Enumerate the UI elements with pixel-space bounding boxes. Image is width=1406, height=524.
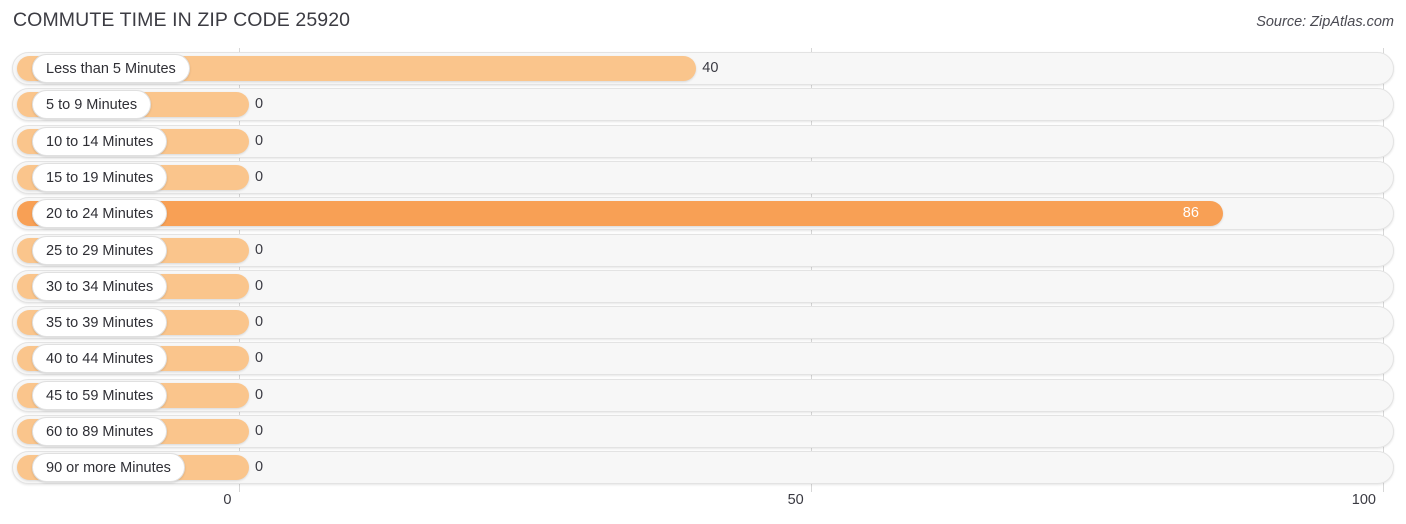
page-title: COMMUTE TIME IN ZIP CODE 25920 [13,9,351,31]
bar-value-label: 40 [702,60,719,76]
axis-tick-label: 0 [223,492,232,508]
bar-category-label: 25 to 29 Minutes [32,235,168,265]
bar-category-label: 45 to 59 Minutes [32,380,168,410]
x-axis: 0 50 100 [0,488,1406,524]
bar-value-label: 0 [255,459,264,476]
bar-row[interactable]: 40 to 44 Minutes 0 [0,342,1406,376]
axis-tick-label: 50 [787,492,804,508]
axis-tick-label: 100 [1351,492,1376,508]
bar-row[interactable]: 35 to 39 Minutes 0 [0,306,1406,340]
bar-category-label: Less than 5 Minutes [32,54,190,83]
bar-row[interactable]: Less than 5 Minutes 40 [0,52,1406,85]
bar-value-label: 0 [255,132,264,149]
bar-value-label: 0 [255,314,264,331]
bar-value-label-inside: 86 [1182,205,1199,222]
bar-row[interactable]: 15 to 19 Minutes 0 [0,160,1406,194]
bar-category-label: 35 to 39 Minutes [32,308,168,338]
bar-category-label: 40 to 44 Minutes [32,344,168,374]
bar-value-label: 0 [255,96,264,113]
bar-row[interactable]: 60 to 89 Minutes 0 [0,415,1406,448]
bar-row[interactable]: 20 to 24 Minutes 86 [0,197,1406,231]
bar-value-label: 0 [255,168,264,185]
bar-value-label: 0 [255,423,264,439]
bar-fill [17,201,1223,227]
bar-value-label: 0 [255,350,264,367]
bar-category-label: 90 or more Minutes [32,453,185,483]
bar-row[interactable]: 10 to 14 Minutes 0 [0,124,1406,158]
bar-row[interactable]: 5 to 9 Minutes 0 [0,88,1406,122]
bar-row[interactable]: 90 or more Minutes 0 [0,451,1406,485]
bar-row[interactable]: 25 to 29 Minutes 0 [0,233,1406,267]
bar-category-label: 15 to 19 Minutes [32,162,168,192]
bar-category-label: 60 to 89 Minutes [32,417,168,446]
bar-category-label: 10 to 14 Minutes [32,126,168,156]
chart-header: COMMUTE TIME IN ZIP CODE 25920 Source: Z… [0,0,1406,48]
bar-value-label: 0 [255,386,264,403]
bar-category-label: 20 to 24 Minutes [32,199,168,229]
bar-row[interactable]: 30 to 34 Minutes 0 [0,269,1406,303]
bar-category-label: 5 to 9 Minutes [32,90,152,120]
bar-value-label: 0 [255,241,264,258]
bar-row[interactable]: 45 to 59 Minutes 0 [0,378,1406,412]
bar-value-label: 0 [255,277,264,294]
chart-plot-area: Less than 5 Minutes 40 5 to 9 Minutes 0 10 t… [0,48,1406,492]
bar-category-label: 30 to 34 Minutes [32,271,168,301]
source-attribution: Source: ZipAtlas.com [1256,14,1394,30]
